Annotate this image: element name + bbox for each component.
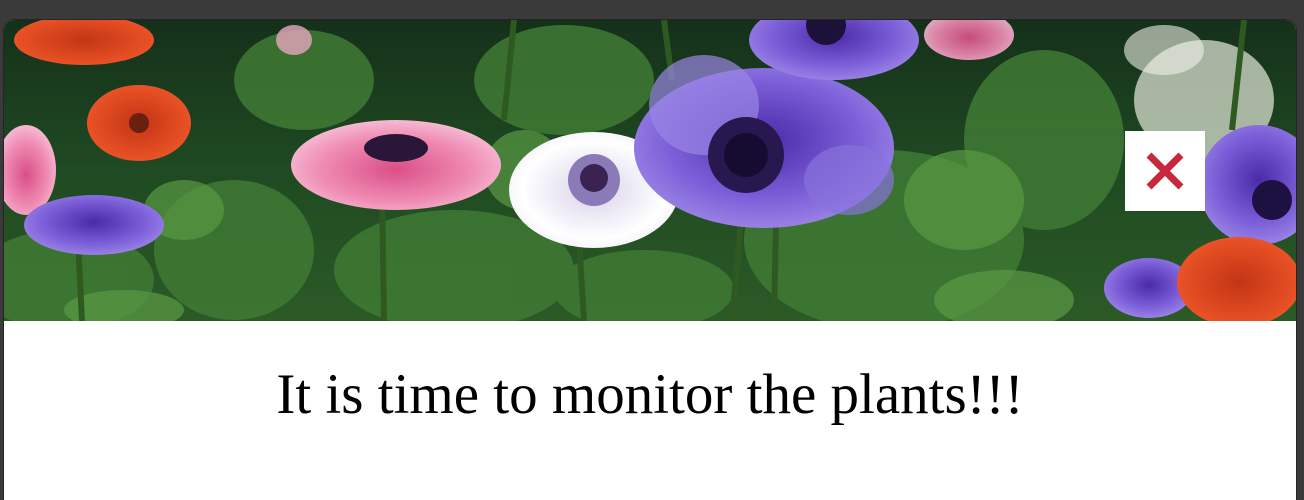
- close-x-icon: [1145, 151, 1185, 191]
- close-button[interactable]: [1125, 131, 1205, 211]
- reminder-message: It is time to monitor the plants!!!: [276, 363, 1024, 426]
- flower-banner-image: [4, 20, 1296, 321]
- plant-reminder-modal: It is time to monitor the plants!!!: [4, 20, 1296, 500]
